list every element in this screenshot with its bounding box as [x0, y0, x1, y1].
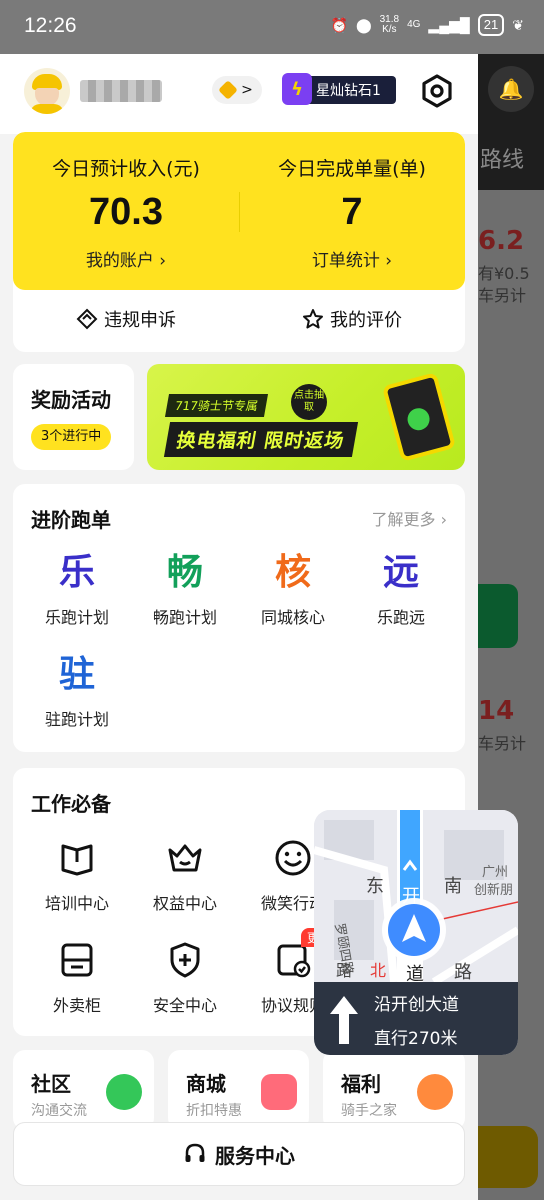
orders-column: 今日完成单量(单) 7 订单统计 › [239, 154, 465, 271]
orders-title: 今日完成单量(单) [278, 158, 426, 180]
plan-item-lepao[interactable]: 乐 乐跑计划 [23, 550, 131, 628]
plan-item-changpao[interactable]: 畅 畅跑计划 [131, 550, 239, 628]
my-review-button[interactable]: 我的评价 [239, 306, 465, 332]
avatar[interactable] [24, 68, 70, 114]
lepao-icon: 乐 [58, 552, 95, 593]
settings-icon[interactable] [420, 74, 454, 108]
rewards-card[interactable]: 奖励活动 3个进行中 [13, 364, 134, 470]
profile-header: > ϟ 星灿钻石1 [0, 54, 478, 134]
income-value: 70.3 [89, 191, 163, 233]
star-icon [303, 309, 323, 329]
network-speed: 31.8 K/s [379, 14, 400, 35]
network-type: 4G [407, 19, 421, 30]
food-locker-item[interactable]: 外卖柜 [23, 940, 131, 1016]
training-center-item[interactable]: 培训中心 [23, 838, 131, 914]
level-label: 星灿钻石1 [316, 83, 381, 99]
benefits-center-item[interactable]: 权益中心 [131, 838, 239, 914]
lepao-yuan-icon: 远 [382, 552, 419, 593]
mall-card[interactable]: 商城 折扣特惠 [168, 1050, 309, 1130]
gift-icon [261, 1074, 297, 1110]
order-stats-link[interactable]: 订单统计 › [239, 246, 465, 271]
battery-indicator: 21 [477, 14, 505, 36]
income-summary: 今日预计收入(元) 70.3 我的账户 › 今日完成单量(单) 7 订单统计 › [13, 132, 465, 290]
background-green-button [478, 584, 518, 648]
navigation-map: 东 开 南 道 路 路 北 罗颐四路 广州 创新朋 [314, 810, 518, 982]
map-label: 道 [406, 964, 424, 982]
status-bar: 12:26 ⏰ ⬤ 31.8 K/s 4G ▂▄▆█ 21 ❦ [0, 0, 544, 54]
status-icons: ⏰ ⬤ 31.8 K/s 4G ▂▄▆█ 21 ❦ [330, 14, 524, 36]
smile-icon [275, 840, 311, 876]
leaf-icon: ❦ [512, 16, 524, 33]
plan-item-city-core[interactable]: 核 同城核心 [239, 550, 347, 628]
orders-value: 7 [341, 191, 363, 233]
background-route-label: 路线 [480, 148, 525, 173]
welfare-card[interactable]: 福利 骑手之家 [323, 1050, 465, 1130]
map-label: 南 [444, 876, 462, 897]
city-core-icon: 核 [274, 552, 311, 593]
background-yellow-button [478, 1126, 538, 1188]
map-label: 东 [366, 876, 384, 897]
shield-icon [170, 942, 200, 978]
lightning-icon: ϟ [282, 73, 312, 105]
coin-icon [218, 80, 239, 100]
background-amount: 6.2 [478, 226, 525, 256]
status-time: 12:26 [24, 14, 77, 37]
map-label: 北 [370, 961, 386, 980]
changpao-icon: 畅 [166, 552, 203, 593]
map-label: 开 [402, 886, 420, 907]
banner-tag: 717骑士节专属 [164, 394, 268, 417]
background-text: 有¥0.5 [478, 264, 530, 283]
rewards-badge: 3个进行中 [31, 424, 112, 450]
background-text: 车另计 [478, 286, 527, 305]
banner-headline: 换电福利 限时返场 [163, 422, 358, 457]
income-card: 今日预计收入(元) 70.3 我的账户 › 今日完成单量(单) 7 订单统计 ›… [13, 132, 465, 352]
my-account-link[interactable]: 我的账户 › [13, 246, 239, 271]
location-icon: ⬤ [355, 16, 372, 33]
rewards-title: 奖励活动 [31, 388, 111, 412]
heart-icon [417, 1074, 453, 1110]
safety-center-item[interactable]: 安全中心 [131, 940, 239, 1016]
navigation-float-window[interactable]: 东 开 南 道 路 路 北 罗颐四路 广州 创新朋 沿开创大道 直行270米 [314, 810, 518, 1055]
map-label: 广州 [482, 865, 508, 880]
income-title: 今日预计收入(元) [52, 158, 200, 180]
navigation-road: 沿开创大道 [374, 995, 459, 1015]
bell-icon: 🔔 [488, 66, 534, 112]
advanced-running-section: 进阶跑单 了解更多 › 乐 乐跑计划 畅 畅跑计划 核 同城核心 远 乐跑远 驻… [13, 484, 465, 752]
learn-more-link[interactable]: 了解更多 › [372, 506, 448, 530]
plan-item-zhupao[interactable]: 驻 驻跑计划 [23, 652, 131, 730]
book-icon [61, 844, 93, 876]
background-text: 车另计 [478, 734, 527, 753]
map-label: 创新朋 [474, 882, 513, 898]
income-column: 今日预计收入(元) 70.3 我的账户 › [13, 154, 239, 271]
background-topbar: 🔔 路线 [478, 54, 544, 190]
community-card[interactable]: 社区 沟通交流 [13, 1050, 154, 1130]
level-badge[interactable]: ϟ 星灿钻石1 [282, 73, 396, 105]
zhupao-icon: 驻 [58, 654, 95, 695]
background-amount: 14 [478, 696, 515, 726]
promo-banner[interactable]: 717骑士节专属 换电福利 限时返场 点击抽取 [147, 364, 465, 470]
signal-icon: ▂▄▆█ [428, 16, 470, 33]
headset-icon [185, 1143, 205, 1162]
service-center-button[interactable]: 服务中心 [13, 1122, 465, 1186]
navigation-distance: 直行270米 [374, 1029, 458, 1049]
alarm-icon: ⏰ [330, 16, 348, 33]
section-title: 进阶跑单 [31, 508, 111, 532]
appeal-icon [76, 308, 98, 330]
chat-icon [106, 1074, 142, 1110]
navigation-instruction: 沿开创大道 直行270米 [314, 982, 518, 1055]
straight-arrow-icon [330, 996, 358, 1044]
appeal-button[interactable]: 违规申诉 [13, 306, 239, 332]
locker-icon [61, 943, 93, 977]
username-blurred [80, 80, 162, 102]
battery-box-illustration [381, 372, 457, 462]
section-title: 工作必备 [31, 792, 111, 816]
coin-button[interactable]: > [212, 76, 262, 104]
crown-icon [168, 844, 202, 872]
chevron-right-icon: > [241, 82, 253, 98]
map-label: 路 [454, 962, 472, 982]
plan-item-lepao-yuan[interactable]: 远 乐跑远 [347, 550, 455, 628]
banner-click-badge: 点击抽取 [291, 384, 327, 420]
